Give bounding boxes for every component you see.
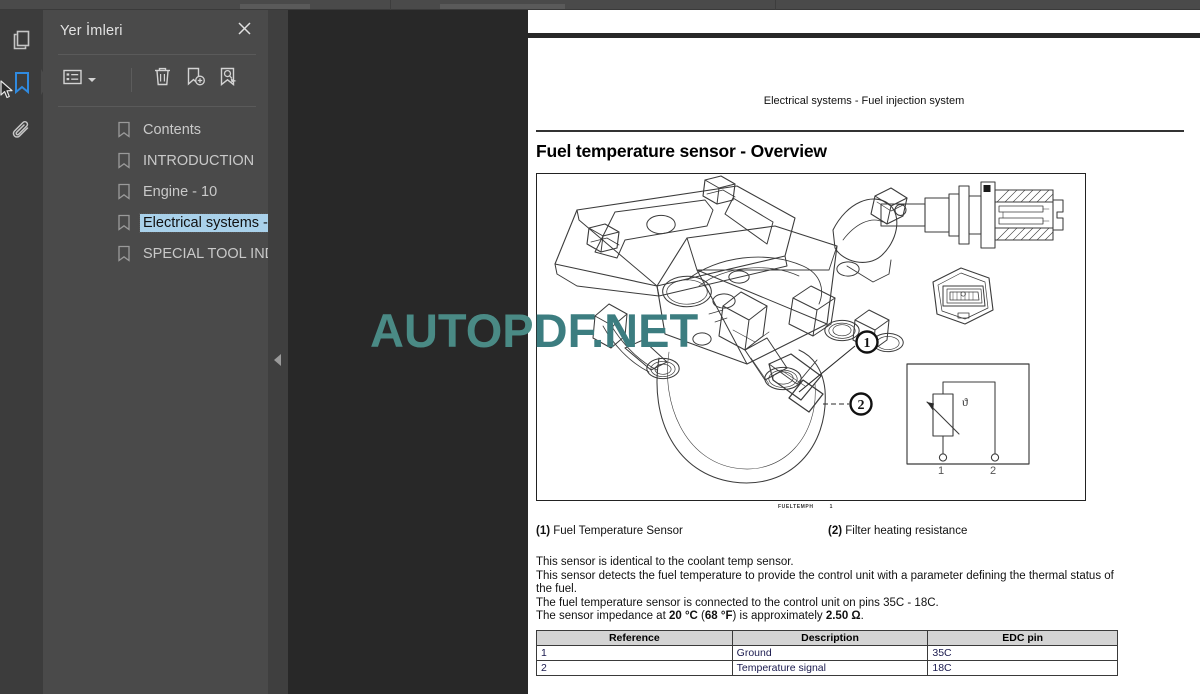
bookmark-add-icon bbox=[185, 66, 206, 92]
table-cell-edc-pin: 18C bbox=[927, 660, 1118, 676]
bookmark-list-item[interactable]: Engine - 10 bbox=[43, 176, 268, 207]
page-title: Fuel temperature sensor - Overview bbox=[536, 141, 827, 161]
chevron-down-icon bbox=[87, 70, 96, 88]
bookmark-list-item[interactable]: INTRODUCTION bbox=[43, 145, 268, 176]
toolbar-ghost-item-1 bbox=[240, 4, 310, 9]
schematic-pin-label-2: 2 bbox=[990, 465, 996, 477]
bookmark-item-label: Engine - 10 bbox=[143, 183, 218, 200]
table-header-row: Reference Description EDC pin bbox=[536, 630, 1118, 646]
svg-text:1: 1 bbox=[864, 336, 871, 351]
rail-item-attachments[interactable] bbox=[9, 118, 35, 144]
bookmark-item-icon bbox=[117, 121, 131, 138]
bookmark-icon bbox=[11, 71, 33, 95]
previous-page-edge bbox=[528, 10, 1200, 33]
panel-divider-bottom bbox=[58, 106, 256, 107]
running-header: Electrical systems - Fuel injection syst… bbox=[763, 95, 965, 107]
impedance-mid2: ) is approximately bbox=[732, 610, 826, 623]
panel-divider-top bbox=[58, 54, 256, 55]
bookmark-item-label: INTRODUCTION bbox=[143, 152, 255, 169]
toolbar-ghost-item-2 bbox=[440, 4, 565, 9]
left-rail bbox=[0, 10, 49, 694]
bookmarks-panel: Yer İmleri Contents INTRODUCTION Engine … bbox=[43, 10, 295, 694]
table-cell-description: Temperature signal bbox=[731, 660, 929, 676]
impedance-post: . bbox=[860, 610, 864, 623]
bookmark-item-icon bbox=[117, 214, 131, 231]
rail-item-bookmarks[interactable] bbox=[9, 70, 35, 96]
bookmark-goto-icon bbox=[218, 66, 239, 92]
legend-text-2: Filter heating resistance bbox=[845, 525, 968, 537]
impedance-mid1: ( bbox=[697, 610, 705, 623]
table-header-edc-pin: EDC pin bbox=[927, 630, 1118, 646]
thermistor-symbol: ϑ bbox=[962, 395, 968, 409]
list-options-icon bbox=[62, 68, 85, 91]
pin-table: Reference Description EDC pin 1 Ground 3… bbox=[536, 630, 1118, 676]
bookmark-list-item[interactable]: Contents bbox=[43, 114, 268, 145]
impedance-temp-f: 68 °F bbox=[704, 610, 733, 623]
chevron-left-icon bbox=[274, 354, 281, 366]
panel-title: Yer İmleri bbox=[60, 23, 123, 39]
toolbar-divider-2 bbox=[775, 0, 776, 10]
legend-ref-1: (1) bbox=[536, 525, 551, 537]
panel-header: Yer İmleri bbox=[43, 10, 268, 52]
panel-toolbar bbox=[43, 64, 268, 100]
app-toolbar-strip bbox=[0, 0, 1200, 10]
bookmark-item-icon bbox=[117, 152, 131, 169]
body-line-impedance: The sensor impedance at 20 °C (68 °F) is… bbox=[536, 610, 1121, 624]
bookmark-options-button[interactable] bbox=[58, 64, 100, 94]
table-header-description: Description bbox=[731, 630, 929, 646]
bookmark-list-item[interactable]: SPECIAL TOOL INDEX bbox=[43, 238, 295, 269]
figure-code: FUELTEMPH bbox=[778, 504, 814, 510]
rail-item-thumbnails[interactable] bbox=[9, 27, 35, 53]
impedance-value: 2.50 Ω bbox=[825, 610, 861, 623]
bookmark-list: Contents INTRODUCTION Engine - 10 Electr… bbox=[43, 114, 295, 269]
table-cell-description: Ground bbox=[731, 645, 929, 661]
toolbar-separator bbox=[131, 68, 132, 92]
figure-drawing: ϑ 1 2 1 2 bbox=[554, 175, 1064, 484]
legend-entry-1: (1) Fuel Temperature Sensor bbox=[536, 525, 683, 537]
bookmark-item-icon bbox=[117, 245, 131, 262]
pages-icon bbox=[11, 29, 33, 51]
legend-ref-2: (2) bbox=[828, 525, 843, 537]
body-copy: This sensor is identical to the coolant … bbox=[536, 556, 1121, 624]
title-rule bbox=[536, 130, 1184, 132]
new-bookmark-button[interactable] bbox=[180, 64, 210, 94]
bookmark-item-label: Contents bbox=[143, 121, 202, 138]
bookmark-item-icon bbox=[117, 183, 131, 200]
table-row: 1 Ground 35C bbox=[536, 645, 1118, 661]
pdf-viewer-window: Yer İmleri Contents INTRODUCTION Engine … bbox=[0, 0, 1200, 694]
body-line-2: This sensor detects the fuel temperature… bbox=[536, 569, 1114, 596]
legend-text-1: Fuel Temperature Sensor bbox=[553, 525, 683, 537]
toolbar-divider-1 bbox=[390, 0, 391, 10]
schematic-pin-label-1: 1 bbox=[938, 465, 944, 477]
legend-entry-2: (2) Filter heating resistance bbox=[828, 525, 967, 537]
document-viewer[interactable]: Electrical systems - Fuel injection syst… bbox=[288, 10, 1200, 694]
impedance-pre: The sensor impedance at bbox=[536, 610, 669, 623]
find-bookmark-button[interactable] bbox=[213, 64, 243, 94]
trash-icon bbox=[153, 66, 172, 92]
bookmark-list-item-selected[interactable]: Electrical systems - 55 bbox=[43, 207, 293, 238]
table-cell-edc-pin: 35C bbox=[927, 645, 1118, 661]
figure-number: 1 bbox=[829, 504, 833, 510]
panel-close-button[interactable] bbox=[235, 22, 253, 40]
figure-code-caption: FUELTEMPH 1 bbox=[778, 504, 833, 510]
table-row: 2 Temperature signal 18C bbox=[536, 660, 1118, 676]
table-cell-reference: 1 bbox=[536, 645, 733, 661]
panel-collapse-handle[interactable] bbox=[268, 10, 288, 694]
svg-text:2: 2 bbox=[858, 398, 865, 413]
document-page: Electrical systems - Fuel injection syst… bbox=[528, 38, 1200, 694]
body-line-3: The fuel temperature sensor is connected… bbox=[536, 596, 939, 609]
delete-bookmark-button[interactable] bbox=[147, 64, 177, 94]
body-line-1: This sensor is identical to the coolant … bbox=[536, 556, 794, 568]
table-cell-reference: 2 bbox=[536, 660, 733, 676]
table-header-reference: Reference bbox=[536, 630, 733, 646]
close-icon bbox=[237, 21, 252, 41]
impedance-temp-c: 20 °C bbox=[668, 610, 698, 623]
paperclip-icon bbox=[11, 120, 33, 142]
technical-figure: ϑ 1 2 1 2 bbox=[536, 173, 1086, 501]
